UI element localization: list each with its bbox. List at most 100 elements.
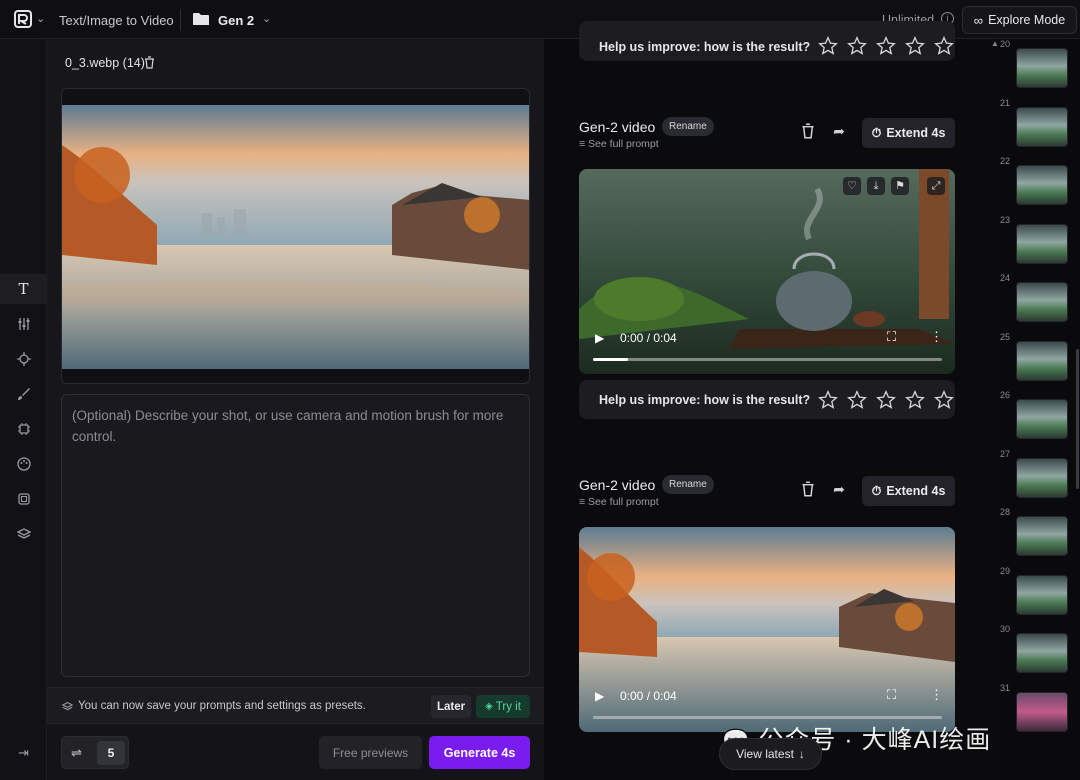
generate-button[interactable]: Generate 4s: [429, 736, 530, 769]
scrollbar-thumb[interactable]: [1076, 349, 1079, 489]
timeline-thumbnail[interactable]: [1016, 457, 1068, 498]
settings-tool-button[interactable]: [0, 309, 47, 339]
star-icon[interactable]: [905, 36, 926, 56]
collapse-panel-button[interactable]: ⇥: [0, 738, 47, 768]
settings-button[interactable]: ⇌ 5: [61, 736, 129, 769]
play-icon[interactable]: ▶: [595, 689, 604, 703]
fullscreen-icon[interactable]: ⛶: [887, 687, 896, 703]
timeline-thumbnail[interactable]: [1016, 340, 1068, 381]
camera-motion-button[interactable]: [0, 344, 47, 374]
trash-icon[interactable]: [144, 56, 155, 69]
star-icon[interactable]: [934, 36, 955, 56]
timeline-item[interactable]: 26: [994, 390, 1080, 448]
text-icon: T: [18, 280, 29, 298]
later-button[interactable]: Later: [431, 695, 471, 718]
star-icon[interactable]: [934, 389, 955, 410]
chevron-down-icon[interactable]: ⌄: [36, 12, 45, 25]
timeline-thumbnail[interactable]: [1016, 399, 1068, 439]
video-controls: ▶ 0:00 / 0:04 ⛶ ⋮: [579, 324, 955, 374]
timer-icon: ⏱: [871, 483, 882, 498]
timeline-item[interactable]: 27: [994, 449, 1080, 507]
free-previews-button[interactable]: Free previews: [319, 736, 422, 769]
infinity-icon: ∞: [973, 12, 984, 28]
timeline-item-number: 20: [1000, 39, 1011, 49]
flag-icon[interactable]: ⚑: [891, 177, 909, 195]
layers-tool-button[interactable]: [0, 519, 47, 549]
folder-icon: [193, 13, 209, 25]
try-it-button[interactable]: ◈ Try it: [476, 695, 530, 718]
timeline-item[interactable]: 25: [994, 332, 1080, 390]
timeline-item[interactable]: 23: [994, 215, 1080, 273]
timeline-item-number: 30: [1000, 624, 1011, 634]
star-icon[interactable]: [876, 36, 897, 56]
star-icon[interactable]: [818, 36, 839, 56]
timeline-item[interactable]: 24: [994, 273, 1080, 331]
explore-mode-label: Explore Mode: [988, 13, 1066, 27]
timeline-thumbnail[interactable]: [1016, 574, 1068, 615]
tool-rail: T ⇥: [0, 39, 47, 780]
palette-icon: [16, 457, 31, 471]
trash-icon[interactable]: [801, 123, 815, 139]
video-player[interactable]: ♡ ⤓ ⚑ ⤢ ▶ 0:00 / 0:04 ⛶ ⋮: [579, 169, 955, 374]
timeline-thumbnail[interactable]: [1016, 106, 1068, 147]
see-full-prompt-link[interactable]: ≡ See full prompt: [579, 496, 659, 508]
chevron-down-icon[interactable]: ⌄: [262, 12, 271, 25]
tool-breadcrumb[interactable]: Text/Image to Video: [59, 13, 174, 28]
rename-button[interactable]: Rename: [662, 475, 714, 494]
share-icon[interactable]: ➦: [829, 479, 849, 499]
timeline-thumbnail[interactable]: [1016, 282, 1068, 322]
timeline-item[interactable]: 22: [994, 156, 1080, 214]
timeline-thumbnail[interactable]: [1016, 691, 1068, 732]
style-tool-button[interactable]: [0, 449, 47, 479]
extend-button[interactable]: ⏱ Extend 4s: [862, 118, 955, 148]
frame-tool-button[interactable]: [0, 484, 47, 514]
input-image-frame[interactable]: [61, 88, 530, 384]
star-icon[interactable]: [847, 389, 868, 410]
timeline-item-number: 26: [1000, 390, 1011, 400]
extend-button[interactable]: ⏱ Extend 4s: [862, 476, 955, 506]
trash-icon[interactable]: [801, 481, 815, 497]
time-display: 0:00 / 0:04: [620, 331, 677, 345]
see-full-prompt-link[interactable]: ≡ See full prompt: [579, 138, 659, 150]
timeline-thumbnail[interactable]: [1016, 48, 1068, 88]
project-name[interactable]: Gen 2: [218, 13, 254, 28]
timeline-item[interactable]: 21: [994, 98, 1080, 156]
timeline-thumbnail[interactable]: [1016, 516, 1068, 556]
timeline-item[interactable]: 20: [994, 39, 1080, 97]
favorite-icon[interactable]: ♡: [843, 177, 861, 195]
share-icon[interactable]: ➦: [829, 121, 849, 141]
star-icon[interactable]: [818, 389, 839, 410]
generate-bar: ⇌ 5 Free previews Generate 4s: [47, 725, 544, 780]
rating-stars: [818, 389, 955, 410]
motion-brush-button[interactable]: [0, 379, 47, 409]
timeline-thumbnail[interactable]: [1016, 633, 1068, 673]
progress-track[interactable]: [593, 716, 942, 719]
timeline-item[interactable]: 30: [994, 624, 1080, 682]
timeline-item[interactable]: 31: [994, 683, 1080, 741]
see-full-prompt-label: See full prompt: [588, 496, 659, 508]
rename-button[interactable]: Rename: [662, 117, 714, 136]
text-tool-button[interactable]: T: [0, 274, 47, 304]
progress-track[interactable]: [593, 358, 942, 361]
feedback-bar: Help us improve: how is the result?: [579, 380, 955, 419]
timeline-item[interactable]: 28: [994, 507, 1080, 565]
explore-mode-button[interactable]: ∞ Explore Mode: [962, 6, 1077, 34]
download-icon[interactable]: ⤓: [867, 177, 885, 195]
video-player[interactable]: ▶ 0:00 / 0:04 ⛶ ⋮: [579, 527, 955, 732]
timeline-item[interactable]: 29: [994, 566, 1080, 624]
fullscreen-icon[interactable]: ⛶: [887, 329, 896, 345]
timeline-thumbnail[interactable]: [1016, 165, 1068, 205]
view-latest-button[interactable]: View latest ↓: [719, 738, 822, 770]
expand-icon[interactable]: ⤢: [927, 177, 945, 195]
star-icon[interactable]: [847, 36, 868, 56]
more-options-icon[interactable]: ⋮: [930, 687, 943, 703]
timeline-thumbnail[interactable]: [1016, 223, 1068, 264]
star-icon[interactable]: [905, 389, 926, 410]
play-icon[interactable]: ▶: [595, 331, 604, 345]
rating-stars: [818, 36, 955, 56]
prompt-input[interactable]: (Optional) Describe your shot, or use ca…: [61, 394, 530, 677]
runway-logo-icon[interactable]: [14, 10, 32, 28]
star-icon[interactable]: [876, 389, 897, 410]
more-options-icon[interactable]: ⋮: [930, 329, 943, 345]
chip-tool-button[interactable]: [0, 414, 47, 444]
